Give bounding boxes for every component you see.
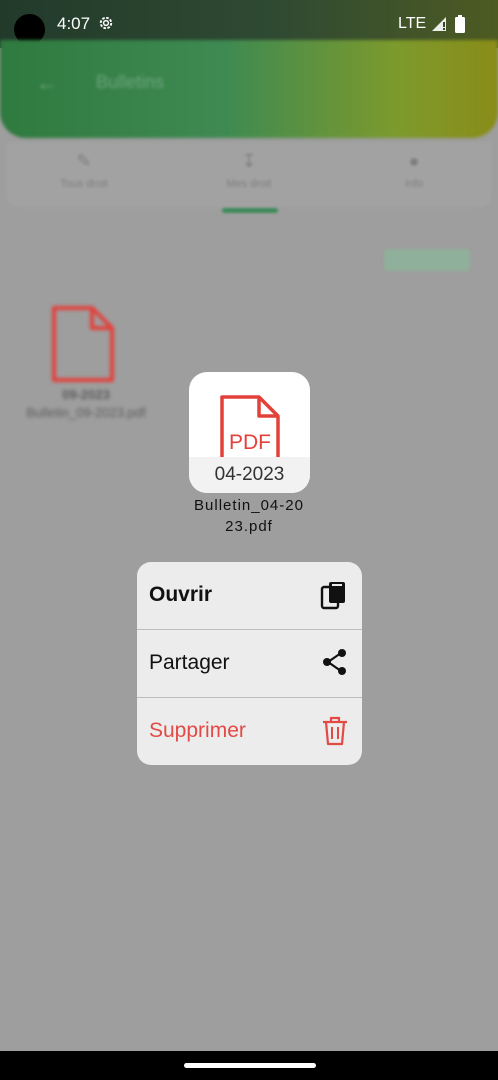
status-time: 4:07	[57, 14, 91, 33]
menu-item-label: Supprimer	[149, 719, 246, 742]
tab-label: Info	[404, 178, 424, 190]
tab-mes-droit[interactable]: ↧ Mes droit	[189, 142, 309, 208]
context-menu: Ouvrir Partager Supprimer	[137, 562, 362, 765]
info-icon: ●	[408, 151, 420, 171]
back-arrow-icon[interactable]: ←	[36, 70, 58, 96]
menu-item-label: Partager	[149, 651, 230, 674]
battery-icon	[455, 15, 465, 38]
pdf-file-icon	[48, 304, 118, 389]
tab-label: Tous droit	[60, 178, 108, 190]
file-date-label: 04-2023	[189, 457, 310, 493]
selected-file-card[interactable]: PDF 04-2023	[189, 372, 310, 493]
signal-icon	[431, 16, 447, 37]
menu-item-label: Ouvrir	[149, 583, 213, 606]
tab-info[interactable]: ● Info	[354, 142, 474, 208]
navigation-bar	[0, 1051, 498, 1080]
menu-item-share[interactable]: Partager	[137, 630, 362, 697]
file-name-line-2: 23.pdf	[225, 518, 273, 535]
pencil-icon: ✎	[76, 151, 92, 171]
file-name: Bulletin_04-20 23.pdf	[176, 495, 322, 537]
tab-label: Mes droit	[226, 178, 272, 190]
share-icon	[322, 648, 348, 681]
file-name-line-1: Bulletin_04-20	[194, 497, 304, 514]
pdf-icon-label: PDF	[229, 431, 271, 454]
tab-indicator	[222, 208, 278, 213]
trash-icon	[322, 716, 348, 751]
app-header: ← Bulletins	[0, 40, 498, 138]
home-gesture-handle[interactable]	[184, 1063, 316, 1068]
filter-chip[interactable]	[384, 249, 470, 271]
tab-bar: ✎ Tous droit ↧ Mes droit ● Info	[6, 142, 492, 208]
menu-item-open[interactable]: Ouvrir	[137, 562, 362, 629]
app-title: Bulletins	[96, 72, 165, 92]
settings-gear-icon	[97, 14, 115, 37]
background-file-name: Bulletin_09-2023.pdf	[26, 405, 146, 420]
tab-tous-droit[interactable]: ✎ Tous droit	[24, 142, 144, 208]
network-type: LTE	[398, 15, 427, 32]
background-file-date: 09-2023	[62, 387, 110, 402]
background-file-item[interactable]: 09-2023 Bulletin_09-2023.pdf	[22, 294, 150, 464]
download-icon: ↧	[241, 151, 257, 171]
menu-item-delete[interactable]: Supprimer	[137, 698, 362, 765]
copy-icon	[320, 580, 348, 615]
